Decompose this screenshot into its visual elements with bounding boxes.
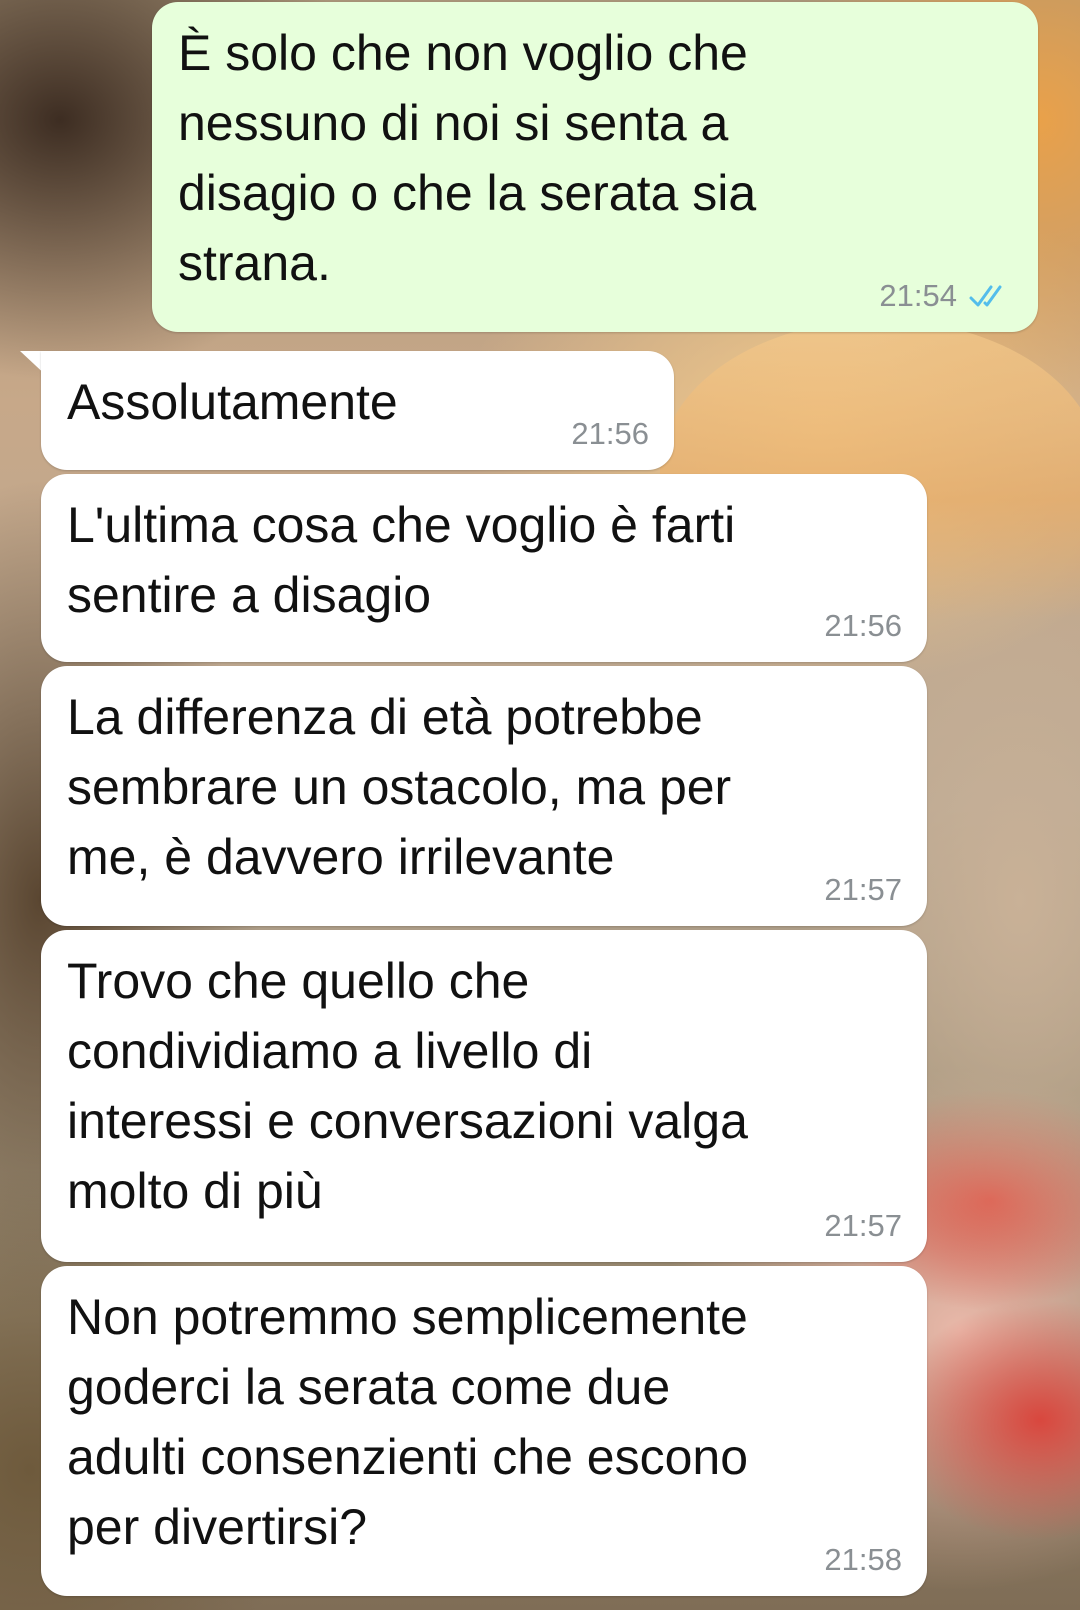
message-bubble-incoming[interactable]: La differenza di età potrebbe sembrare u… xyxy=(41,666,927,926)
message-meta: 21:57 xyxy=(824,1208,902,1244)
message-meta: 21:54 xyxy=(879,278,1013,314)
message-text: La differenza di età potrebbe sembrare u… xyxy=(67,689,732,885)
message-time: 21:57 xyxy=(824,1208,902,1243)
message-text: È solo che non voglio che nessuno di noi… xyxy=(178,25,757,291)
chat-message-list[interactable]: È solo che non voglio che nessuno di noi… xyxy=(0,0,1080,1610)
message-time: 21:56 xyxy=(824,608,902,643)
message-meta: 21:57 xyxy=(824,872,902,908)
message-text: L'ultima cosa che voglio è farti sentire… xyxy=(67,497,736,623)
message-meta: 21:56 xyxy=(571,416,649,452)
message-time: 21:57 xyxy=(824,872,902,907)
message-text: Non potremmo semplicemente goderci la se… xyxy=(67,1289,749,1555)
message-time: 21:58 xyxy=(824,1542,902,1577)
message-bubble-incoming[interactable]: Non potremmo semplicemente goderci la se… xyxy=(41,1266,927,1596)
message-time: 21:54 xyxy=(879,278,957,313)
message-text: Assolutamente xyxy=(67,374,398,430)
message-meta: 21:58 xyxy=(824,1542,902,1578)
message-bubble-outgoing[interactable]: È solo che non voglio che nessuno di noi… xyxy=(152,2,1038,332)
message-meta: 21:56 xyxy=(824,608,902,644)
message-time: 21:56 xyxy=(571,416,649,451)
double-check-read-icon xyxy=(969,285,1002,307)
message-bubble-incoming[interactable]: Trovo che quello che condividiamo a live… xyxy=(41,930,927,1262)
message-bubble-incoming[interactable]: Assolutamente 21:56 xyxy=(41,351,674,470)
message-text: Trovo che quello che condividiamo a live… xyxy=(67,953,748,1219)
message-bubble-incoming[interactable]: L'ultima cosa che voglio è farti sentire… xyxy=(41,474,927,662)
